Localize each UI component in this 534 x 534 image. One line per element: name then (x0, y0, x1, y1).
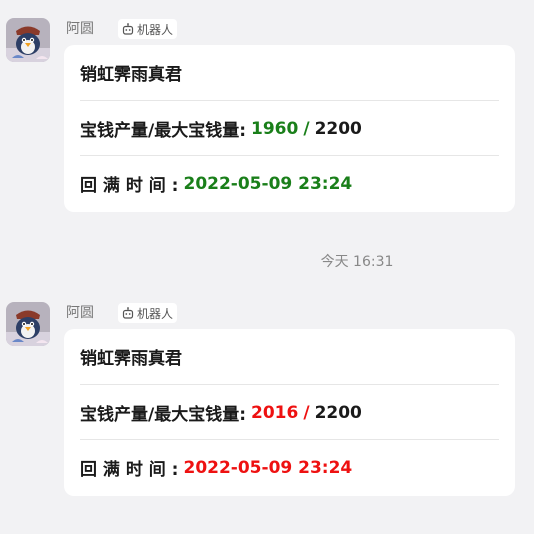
bot-badge: 机器人 (118, 19, 178, 39)
avatar[interactable] (6, 302, 50, 346)
storage-separator: / (303, 118, 310, 139)
storage-separator: / (303, 402, 310, 423)
sender-row: 阿圆 机器人 (66, 302, 178, 324)
refill-time: 2022-05-09 23:24 (183, 457, 353, 478)
storage-max: 2200 (314, 118, 362, 139)
robot-icon (122, 307, 134, 319)
sender-name[interactable]: 阿圆 (66, 302, 94, 324)
message-card[interactable]: 销虹霁雨真君 宝钱产量/最大宝钱量: 2016 / 2200 回 满 时 间 :… (64, 329, 515, 496)
avatar[interactable] (6, 18, 50, 62)
storage-current: 1960 (251, 118, 299, 139)
storage-label: 宝钱产量/最大宝钱量: (80, 405, 247, 425)
chat-timestamp: 今天 16:31 (320, 254, 394, 270)
refill-label: 回 满 时 间 : (80, 460, 179, 480)
bot-badge: 机器人 (118, 303, 178, 323)
storage-row: 宝钱产量/最大宝钱量: 2016 / 2200 (80, 384, 499, 440)
sender-row: 阿圆 机器人 (66, 18, 178, 40)
robot-icon (122, 23, 134, 35)
bot-badge-label: 机器人 (137, 306, 174, 321)
card-title: 销虹霁雨真君 (80, 349, 182, 369)
storage-max: 2200 (314, 402, 362, 423)
refill-row: 回 满 时 间 : 2022-05-09 23:24 (80, 155, 499, 211)
refill-time: 2022-05-09 23:24 (183, 173, 353, 194)
storage-current: 2016 (251, 402, 299, 423)
storage-row: 宝钱产量/最大宝钱量: 1960 / 2200 (80, 100, 499, 156)
sender-name[interactable]: 阿圆 (66, 18, 94, 40)
card-title: 销虹霁雨真君 (80, 65, 182, 85)
message-card[interactable]: 销虹霁雨真君 宝钱产量/最大宝钱量: 1960 / 2200 回 满 时 间 :… (64, 45, 515, 212)
bot-badge-label: 机器人 (137, 22, 174, 37)
storage-label: 宝钱产量/最大宝钱量: (80, 121, 247, 141)
refill-row: 回 满 时 间 : 2022-05-09 23:24 (80, 439, 499, 495)
avatar-image (6, 302, 50, 346)
refill-label: 回 满 时 间 : (80, 176, 179, 196)
avatar-image (6, 18, 50, 62)
